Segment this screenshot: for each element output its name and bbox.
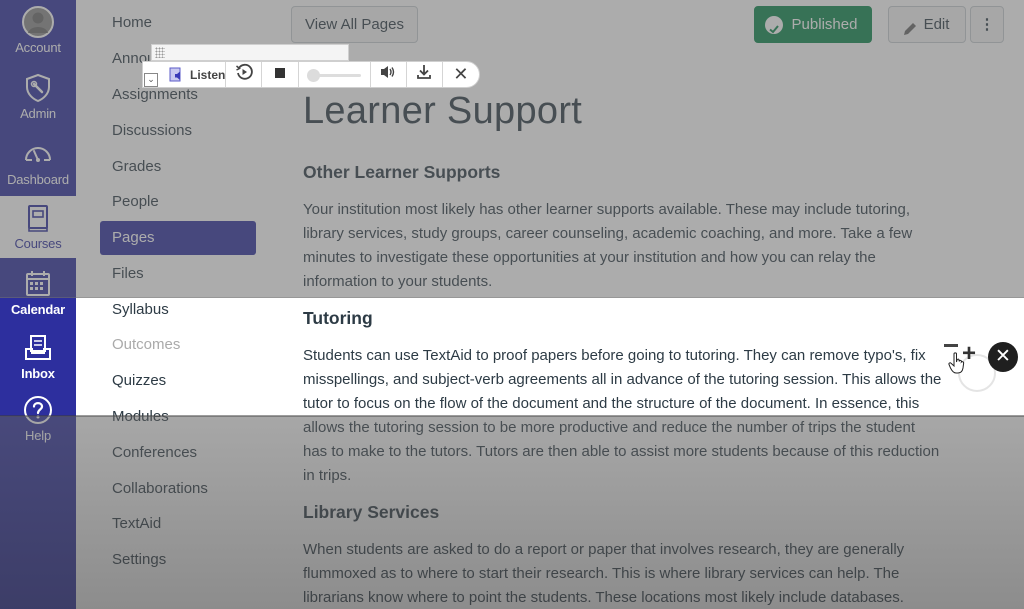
close-ruler-button[interactable]: ✕ <box>988 342 1018 372</box>
global-nav-label: Account <box>15 40 61 55</box>
global-nav-account[interactable]: Account <box>0 0 76 64</box>
edit-button[interactable]: Edit <box>888 6 966 43</box>
book-icon <box>22 202 54 234</box>
section-heading: Tutoring <box>303 308 373 328</box>
zoom-out-button[interactable] <box>944 344 958 347</box>
global-nav-label: Inbox <box>21 366 55 381</box>
slider-knob[interactable] <box>306 69 320 82</box>
course-nav-discussions[interactable]: Discussions <box>100 114 256 148</box>
download-button[interactable] <box>407 62 443 87</box>
global-nav-calendar[interactable]: Calendar <box>0 262 76 326</box>
course-nav: Home Announcements Assignments Discussio… <box>76 0 286 609</box>
reading-ruler-edge[interactable] <box>0 415 1024 417</box>
global-nav-help[interactable]: Help <box>0 388 76 452</box>
global-nav-inbox[interactable]: Inbox <box>0 326 76 390</box>
calendar-icon <box>22 268 54 300</box>
course-nav-syllabus[interactable]: Syllabus <box>100 293 256 327</box>
speaker-book-icon <box>169 67 185 83</box>
course-nav-outcomes[interactable]: Outcomes <box>100 328 256 362</box>
view-all-pages-button[interactable]: View All Pages <box>291 6 418 43</box>
replay-button[interactable] <box>226 62 263 87</box>
global-nav-label: Calendar <box>10 302 66 317</box>
global-nav-label: Admin <box>20 106 56 121</box>
download-icon <box>416 64 432 85</box>
slider-track <box>312 74 361 77</box>
course-nav-files[interactable]: Files <box>100 257 256 291</box>
published-label: Published <box>791 16 858 33</box>
more-options-button[interactable]: ⋮ <box>970 6 1004 43</box>
inbox-icon <box>22 332 54 364</box>
listen-button[interactable]: ⌄ Listen <box>143 62 227 87</box>
listen-toolbar: ⌄ Listen ✕ <box>142 61 480 88</box>
avatar-icon <box>22 6 54 38</box>
listen-label: Listen <box>190 67 226 82</box>
section-paragraph: Your institution most likely has other l… <box>303 201 913 290</box>
help-icon <box>22 394 54 426</box>
global-nav-label: Courses <box>14 236 62 251</box>
collapse-toggle[interactable]: ⌄ <box>144 73 158 87</box>
reading-ruler-edge[interactable] <box>0 297 1024 298</box>
course-nav-textaid[interactable]: TextAid <box>100 507 256 541</box>
stop-icon <box>274 66 286 84</box>
course-nav-modules[interactable]: Modules <box>100 400 256 434</box>
course-nav-grades[interactable]: Grades <box>100 150 256 184</box>
page-title: Learner Support <box>303 90 583 132</box>
course-nav-home[interactable]: Home <box>100 6 256 40</box>
course-nav-people[interactable]: People <box>100 185 256 219</box>
grip-icon <box>155 47 165 58</box>
section-heading: Other Learner Supports <box>303 162 501 182</box>
course-nav-pages[interactable]: Pages <box>100 221 256 255</box>
global-nav-courses[interactable]: Courses <box>0 196 76 258</box>
published-button[interactable]: Published <box>754 6 872 43</box>
global-nav-label: Help <box>25 428 51 443</box>
course-nav-collaborations[interactable]: Collaborations <box>100 472 256 506</box>
section-heading: Library Services <box>303 502 440 522</box>
global-nav: Account Admin Dashboard Courses Calendar… <box>0 0 76 609</box>
global-nav-admin[interactable]: Admin <box>0 66 76 130</box>
shield-icon <box>22 72 54 104</box>
course-nav-quizzes[interactable]: Quizzes <box>100 364 256 398</box>
close-toolbar-button[interactable]: ✕ <box>443 62 479 87</box>
course-nav-settings[interactable]: Settings <box>100 543 256 577</box>
global-nav-dashboard[interactable]: Dashboard <box>0 132 76 196</box>
course-nav-conferences[interactable]: Conferences <box>100 436 256 470</box>
replay-icon <box>235 63 253 86</box>
global-nav-label: Dashboard <box>7 172 69 187</box>
listen-toolbar-drag-handle[interactable] <box>151 44 349 61</box>
stop-button[interactable] <box>262 62 299 87</box>
volume-icon <box>379 64 397 85</box>
check-icon <box>765 16 783 34</box>
speedometer-icon <box>22 138 54 170</box>
speed-slider[interactable] <box>299 62 371 87</box>
hand-cursor-icon <box>948 352 966 374</box>
volume-button[interactable] <box>371 62 407 87</box>
section-paragraph: When students are asked to do a report o… <box>303 541 905 606</box>
pencil-icon <box>901 16 919 35</box>
edit-label: Edit <box>923 16 950 33</box>
